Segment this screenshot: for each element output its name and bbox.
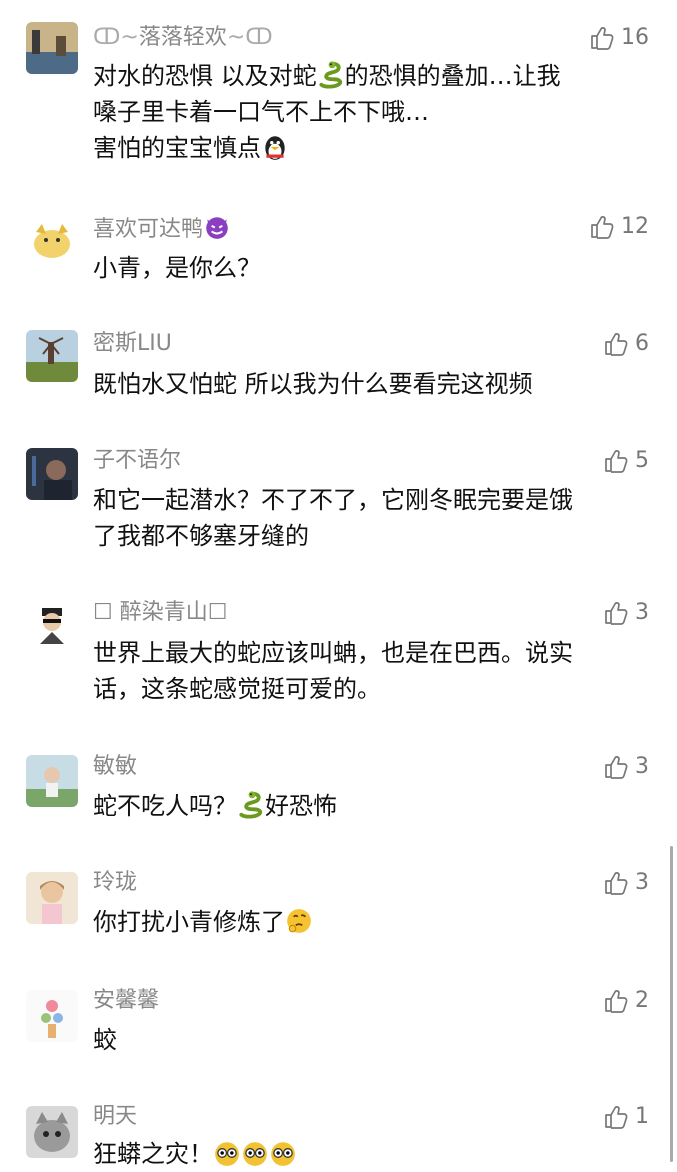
comment-text: 你打扰小青修炼了 xyxy=(93,904,653,940)
avatar[interactable] xyxy=(26,990,78,1042)
like-button[interactable]: 3 xyxy=(603,753,649,781)
like-count: 1 xyxy=(635,1104,649,1129)
username[interactable]: ↀ~落落轻欢~ↀ xyxy=(93,24,273,52)
comment-text: 世界上最大的蛇应该叫蚺，也是在巴西。说实 话，这条蛇感觉挺可爱的。 xyxy=(93,639,573,703)
avatar[interactable] xyxy=(26,448,78,500)
staring-eyes-emoji-icon xyxy=(241,1139,269,1167)
like-count: 2 xyxy=(635,988,649,1013)
avatar[interactable] xyxy=(26,1106,78,1158)
avatar[interactable] xyxy=(26,214,78,266)
devil-emoji-icon xyxy=(203,213,231,241)
username[interactable]: 明天 xyxy=(93,1103,137,1131)
thumbs-up-icon xyxy=(603,988,629,1014)
thumbs-up-icon xyxy=(603,1104,629,1130)
thinking-emoji-icon xyxy=(285,907,313,935)
username[interactable]: 敏敏 xyxy=(93,753,137,781)
comment-text: 和它一起潜水？不了不了，它刚冬眠完要是饿 了我都不够塞牙缝的 xyxy=(93,486,573,550)
like-count: 3 xyxy=(635,754,649,779)
comment-text: 小青，是你么？ xyxy=(93,254,261,282)
comment-text: 蛇不吃人吗？ 好恐怖 xyxy=(93,791,337,820)
like-button[interactable]: 6 xyxy=(603,330,649,358)
username[interactable]: 密斯LIU xyxy=(93,330,172,358)
like-count: 3 xyxy=(635,870,649,895)
avatar[interactable] xyxy=(26,330,78,382)
like-button[interactable]: 2 xyxy=(603,987,649,1015)
username[interactable]: ☐ 醉染青山☐ xyxy=(93,599,227,627)
like-count: 3 xyxy=(635,600,649,625)
username[interactable]: 玲珑 xyxy=(93,869,137,897)
thumbs-up-icon xyxy=(603,870,629,896)
snake-emoji-icon xyxy=(317,61,345,89)
like-count: 12 xyxy=(621,214,649,239)
staring-eyes-emoji-icon xyxy=(213,1139,241,1167)
decoration-left-icon: ↀ~ xyxy=(93,25,139,50)
comment-text: 既怕水又怕蛇 所以我为什么要看完这视频 xyxy=(93,370,533,398)
comment-text: 狂蟒之灾！ xyxy=(93,1136,653,1172)
penguin-emoji-icon xyxy=(261,133,289,161)
like-button[interactable]: 12 xyxy=(589,213,649,241)
thumbs-up-icon xyxy=(603,754,629,780)
snake-emoji-icon xyxy=(237,791,265,819)
like-count: 16 xyxy=(621,25,649,50)
like-count: 6 xyxy=(635,331,649,356)
like-button[interactable]: 3 xyxy=(603,869,649,897)
like-button[interactable]: 3 xyxy=(603,599,649,627)
like-count: 5 xyxy=(635,448,649,473)
like-button[interactable]: 5 xyxy=(603,447,649,475)
scrollbar[interactable] xyxy=(670,846,673,1162)
like-button[interactable]: 16 xyxy=(589,24,649,52)
avatar[interactable] xyxy=(26,872,78,924)
thumbs-up-icon xyxy=(603,448,629,474)
thumbs-up-icon xyxy=(603,331,629,357)
avatar[interactable] xyxy=(26,600,78,652)
avatar[interactable] xyxy=(26,22,78,74)
comment-text: 蛟 xyxy=(93,1026,117,1054)
username[interactable]: 子不语尔 xyxy=(93,447,181,475)
thumbs-up-icon xyxy=(589,214,615,240)
username[interactable]: 安馨馨 xyxy=(93,987,159,1015)
thumbs-up-icon xyxy=(589,25,615,51)
comment-text: 对水的恐惧 以及对蛇 的恐惧的叠加…让我 嗓子里卡着一口气不上不下哦… 害怕的宝宝… xyxy=(93,61,561,162)
thumbs-up-icon xyxy=(603,600,629,626)
username[interactable]: 喜欢可达鸭 xyxy=(93,213,231,244)
like-button[interactable]: 1 xyxy=(603,1103,649,1131)
decoration-right-icon: ~ↀ xyxy=(226,25,273,50)
staring-eyes-emoji-icon xyxy=(269,1139,297,1167)
avatar[interactable] xyxy=(26,755,78,807)
